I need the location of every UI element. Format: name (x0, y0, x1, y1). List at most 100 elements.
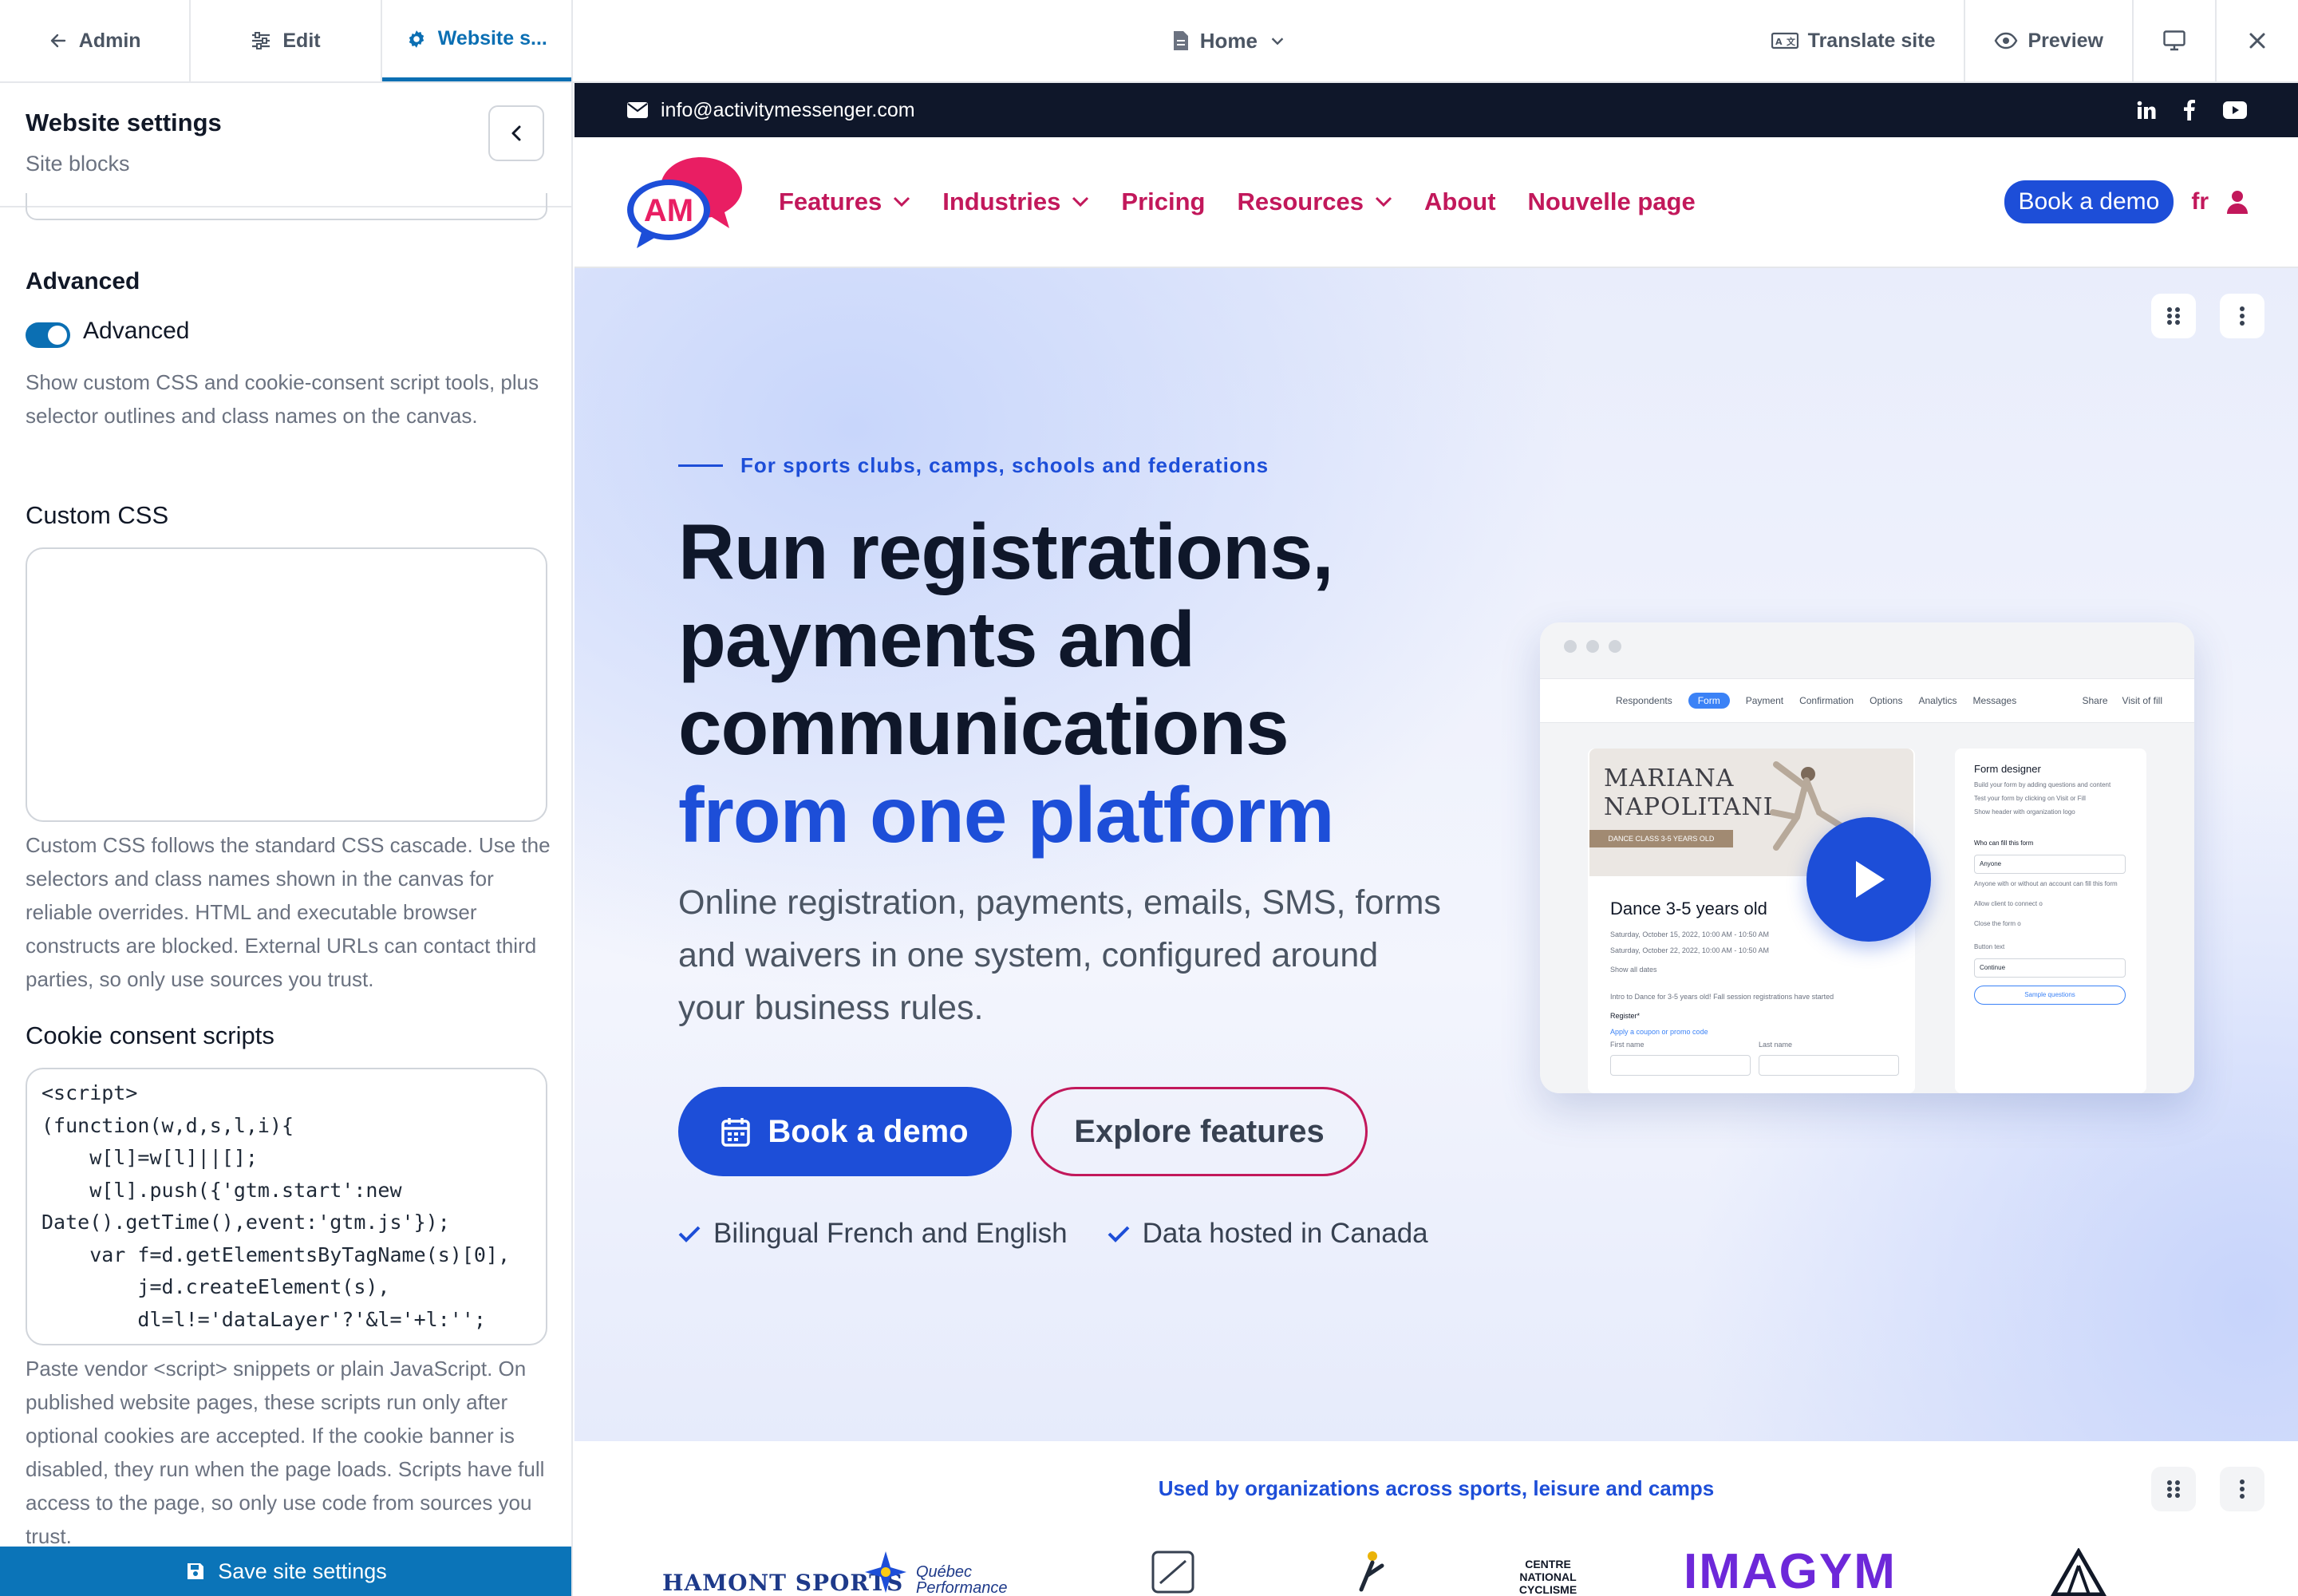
mockup-event-title: Dance 3-5 years old (1610, 899, 1767, 918)
client-logos: HAMONT SPORTS Québec Performance CENTRE … (662, 1544, 2202, 1596)
tab-website-settings[interactable]: Website s... (381, 0, 571, 81)
close-editor-button[interactable] (2215, 0, 2298, 81)
chevron-down-icon (1269, 32, 1286, 49)
custom-css-help: Custom CSS follows the standard CSS casc… (26, 833, 551, 991)
logo-strip: Used by organizations across sports, lei… (574, 1441, 2298, 1596)
mockup-designer-card: Form designer Build your form by adding … (1955, 749, 2146, 1093)
check-item-label: Data hosted in Canada (1142, 1218, 1428, 1249)
drag-handle-icon[interactable] (2151, 294, 2196, 338)
mockup-date: Saturday, October 15, 2022, 10:00 AM - 1… (1610, 930, 1769, 938)
custom-css-value (27, 549, 546, 565)
chevron-down-icon (894, 196, 910, 207)
more-options-icon[interactable] (2220, 294, 2264, 338)
save-settings-label: Save site settings (218, 1558, 387, 1583)
logo-text: AM (644, 193, 693, 228)
logo-quebec-performance: Québec Performance (862, 1545, 1012, 1596)
main-nav: Features Industries Pricing Resources Ab… (779, 188, 1696, 216)
mockup-intro: Intro to Dance for 3-5 years old! Fall s… (1610, 993, 1834, 1001)
save-settings-button[interactable]: Save site settings (0, 1547, 571, 1596)
nav-item-label: Nouvelle page (1527, 188, 1696, 215)
logo-tent (2051, 1545, 2106, 1596)
mockup-tab: Options (1870, 695, 1903, 706)
nav-item-resources[interactable]: Resources (1237, 188, 1392, 216)
cookie-scripts-label: Cookie consent scripts (26, 1021, 274, 1049)
tent-icon (2051, 1548, 2106, 1596)
user-icon[interactable] (2226, 190, 2249, 214)
nav-actions: Book a demo fr (2004, 180, 2298, 223)
hero-book-demo-label: Book a demo (768, 1113, 969, 1149)
preview-button[interactable]: Preview (1964, 0, 2132, 81)
contact-email[interactable]: info@activitymessenger.com (627, 99, 915, 122)
tab-admin-label: Admin (78, 29, 141, 52)
arrow-left-icon (49, 31, 68, 50)
nav-item-label: Pricing (1121, 188, 1206, 215)
nav-item-features[interactable]: Features (779, 188, 910, 216)
tab-admin[interactable]: Admin (0, 0, 192, 81)
poster-tag: DANCE CLASS 3-5 YEARS OLD (1589, 830, 1733, 847)
collapse-panel-button[interactable] (488, 105, 544, 161)
poster-name: MARIANA (1604, 764, 1735, 792)
gymnast-icon (1359, 1551, 1384, 1592)
facebook-icon[interactable] (2183, 100, 2196, 120)
designer-bullet: Build your form by adding questions and … (1974, 781, 2111, 788)
tab-edit[interactable]: Edit (191, 0, 382, 81)
poster-name: NAPOLITANI (1604, 793, 1774, 821)
calendar-icon (721, 1116, 751, 1147)
nav-book-demo-button[interactable]: Book a demo (2004, 180, 2174, 223)
site-canvas: info@activitymessenger.com AM Features I… (574, 83, 2298, 1596)
who-fill-select: Anyone (1974, 855, 2126, 874)
previous-field-input[interactable] (26, 193, 547, 220)
mockup-tab: Confirmation (1799, 695, 1854, 706)
button-text-input: Continue (1974, 958, 2126, 978)
advanced-help: Show custom CSS and cookie-consent scrip… (26, 370, 539, 428)
allow-client: Allow client to connect o (1974, 900, 2043, 907)
site-logo[interactable]: AM (624, 154, 752, 250)
nav-item-label: Industries (942, 188, 1061, 215)
youtube-icon[interactable] (2223, 101, 2247, 119)
page-selector[interactable]: Home (573, 0, 1743, 81)
nav-item-nouvelle-page[interactable]: Nouvelle page (1528, 188, 1696, 216)
mockup-nav: Respondents Form Payment Confirmation Op… (1540, 678, 2194, 723)
logo-emblem (1149, 1545, 1197, 1596)
save-icon (186, 1562, 205, 1581)
logo-text: CENTRE NATIONAL CYCLISME (1518, 1558, 1577, 1596)
hero-heading: Run registrations, payments and communic… (678, 508, 1476, 859)
translate-icon: A文 (1771, 32, 1799, 49)
topbar-actions: A文 Translate site Preview (1743, 0, 2298, 81)
mockup-tab: Messages (1972, 695, 2017, 706)
hero-section: For sports clubs, camps, schools and fed… (574, 268, 2298, 1441)
hero-book-demo-button[interactable]: Book a demo (678, 1087, 1012, 1176)
logo-strip-caption: Used by organizations across sports, lei… (1158, 1476, 1715, 1500)
nav-item-about[interactable]: About (1424, 188, 1496, 216)
panel-subtitle: Site blocks (26, 152, 130, 176)
check-item: Bilingual French and English (678, 1218, 1068, 1250)
video-play-button[interactable] (1806, 817, 1931, 942)
chevron-down-icon (1375, 196, 1392, 207)
check-icon (678, 1226, 701, 1242)
social-links (2137, 100, 2247, 120)
sample-questions: Sample questions (1974, 986, 2126, 1005)
language-switch[interactable]: fr (2191, 188, 2209, 215)
panel-tabs: Admin Edit Website s... (0, 0, 573, 81)
explore-features-button[interactable]: Explore features (1031, 1087, 1368, 1176)
logo-cyclisme: CENTRE NATIONAL CYCLISME (1500, 1545, 1596, 1596)
linkedin-icon[interactable] (2137, 101, 2156, 120)
advanced-heading: Advanced (26, 268, 140, 294)
nav-item-label: About (1424, 188, 1496, 215)
preview-label: Preview (2028, 29, 2103, 52)
nav-item-pricing[interactable]: Pricing (1121, 188, 1205, 216)
logo-text: IMAGYM (1684, 1544, 1897, 1596)
device-toggle-button[interactable] (2132, 0, 2215, 81)
mockup-last-name: Last name (1759, 1041, 1793, 1049)
mockup-tab-active: Form (1688, 693, 1730, 709)
star-mark-icon (865, 1551, 906, 1593)
custom-css-textarea[interactable] (26, 547, 547, 822)
product-mockup: Respondents Form Payment Confirmation Op… (1540, 622, 2194, 1093)
contact-email-text: info@activitymessenger.com (661, 98, 915, 121)
cookie-scripts-textarea[interactable]: <script> (function(w,d,s,l,i){ w[l]=w[l]… (26, 1068, 547, 1345)
translate-site-button[interactable]: A文 Translate site (1743, 0, 1964, 81)
mockup-register: Register* (1610, 1012, 1641, 1020)
sliders-icon (251, 31, 271, 50)
nav-item-industries[interactable]: Industries (942, 188, 1089, 216)
advanced-toggle[interactable] (26, 322, 70, 348)
